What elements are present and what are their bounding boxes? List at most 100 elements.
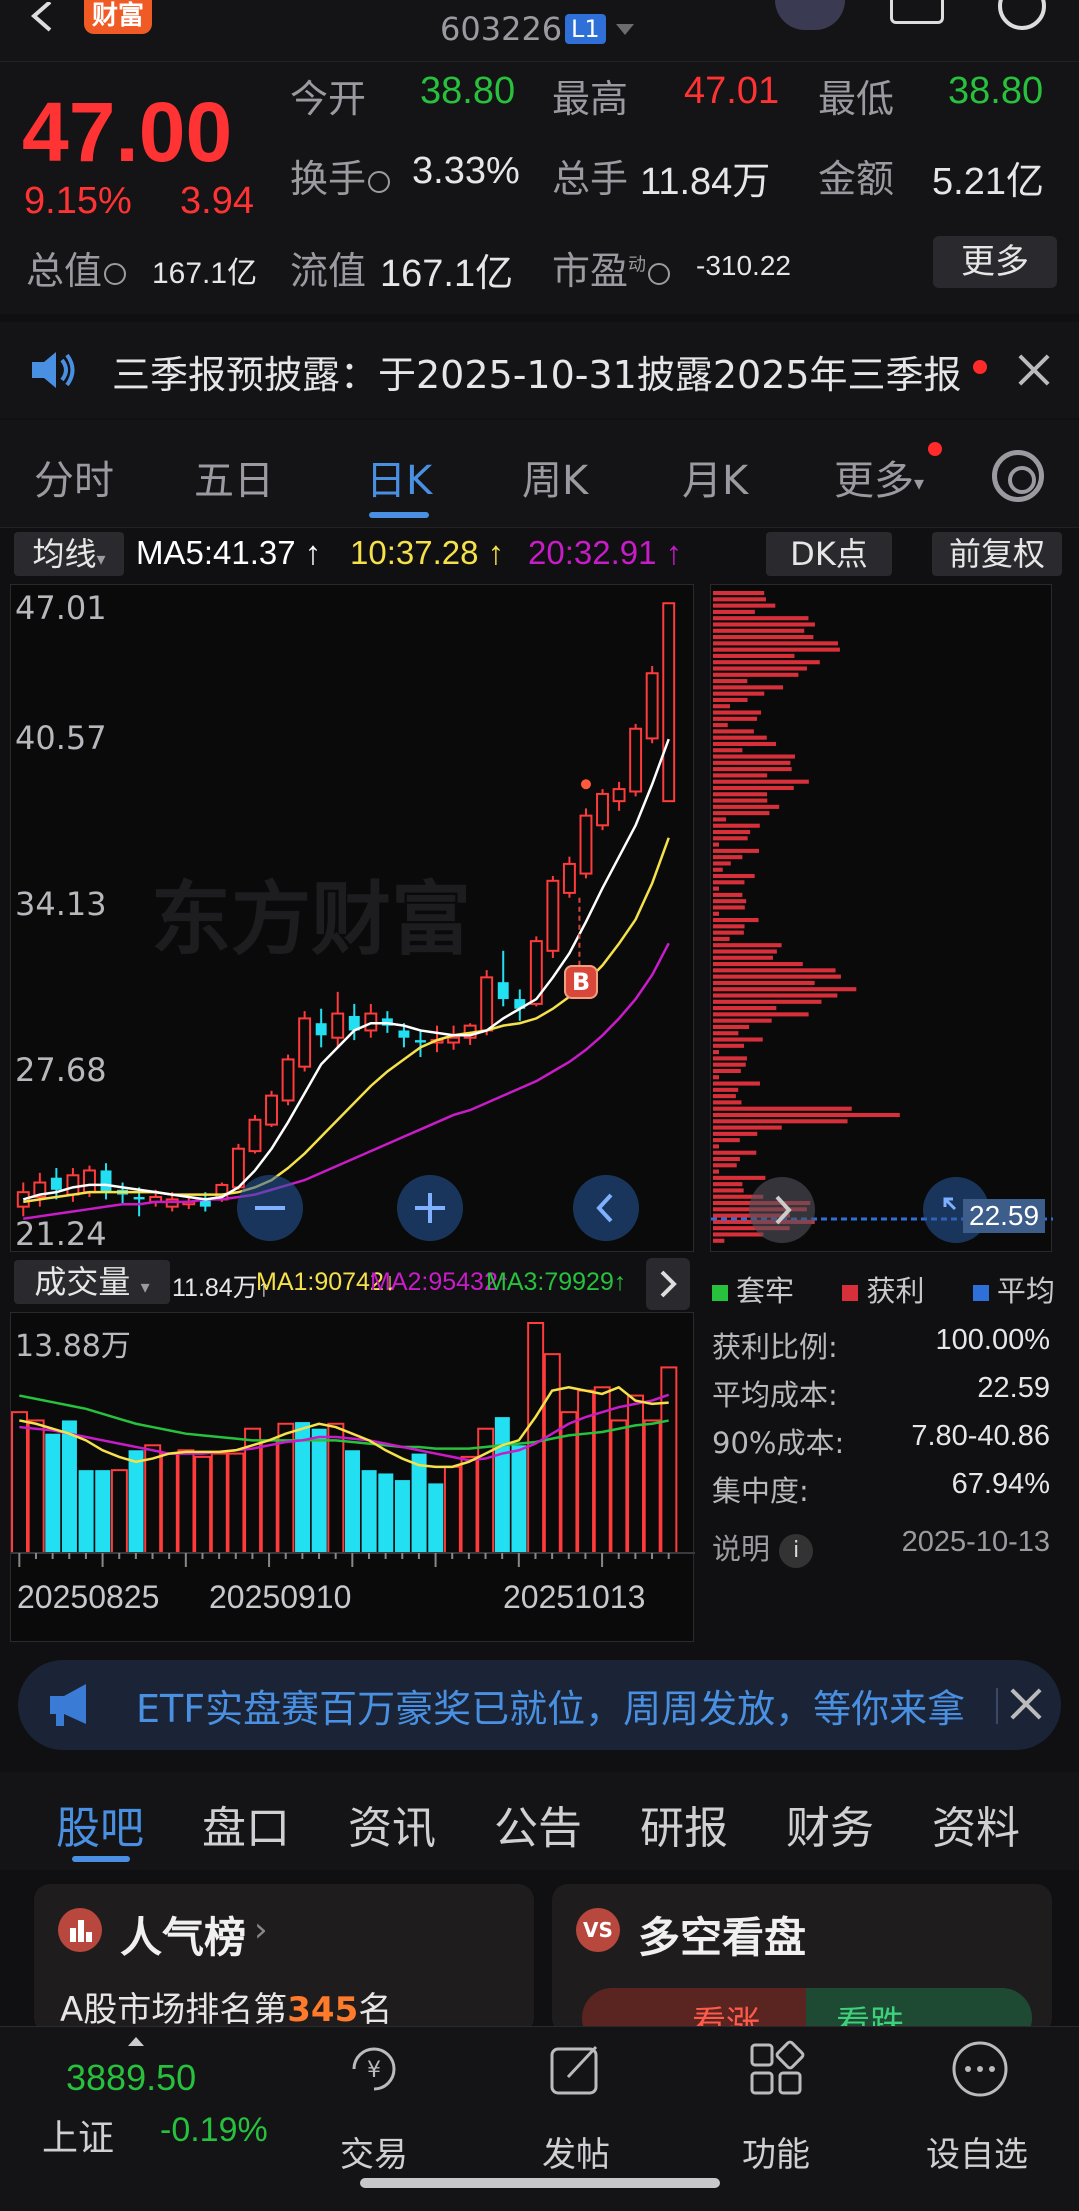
chip-bar [713,628,805,633]
chevron-down-icon[interactable] [616,24,634,35]
close-icon[interactable] [1016,352,1052,388]
zoom-in-button[interactable] [397,1175,463,1241]
tab-announcements[interactable]: 公告 [494,1792,582,1856]
pe-label[interactable]: 市盈动 [552,240,671,295]
notice-bar[interactable]: 三季报预披露：于2025-10-31披露2025年三季报 [0,322,1079,418]
market-cap-value: 167.1亿 [152,257,258,290]
volume-ma1-text: MA1:90742 [256,1268,384,1296]
volume-selector[interactable]: 成交量 ▾ [14,1260,170,1304]
market-cap-label[interactable]: 总值 [26,240,127,295]
tab-financials[interactable]: 财务 [786,1792,874,1856]
volume-chart[interactable]: 13.88万 20250825 20250910 20251013 [10,1312,695,1642]
volume-ma3: MA3:79929↑ [486,1268,627,1296]
tab-daily-k[interactable]: 日K [366,448,432,506]
info-icon[interactable] [648,262,671,285]
candlestick-chart[interactable]: 东方财富 47.01 40.57 34.13 27.68 21.24 B [10,584,694,1253]
nav-post-label: 发帖 [542,2135,610,2175]
tab-forum[interactable]: 股吧 [56,1792,144,1856]
chip-bar [713,943,782,948]
tab-intraday[interactable]: 分时 [34,448,114,506]
divider [996,1688,998,1724]
volume-label: 总手 [552,157,629,201]
chip-bar [713,999,822,1004]
chip-bar [713,798,768,803]
chip-prev-button[interactable] [749,1177,815,1243]
chip-bar [713,886,719,891]
chip-bar [713,748,743,753]
minus-icon [255,1206,285,1210]
share-icon[interactable] [890,0,944,24]
tab-news[interactable]: 资讯 [348,1792,436,1856]
chip-legend: 套牢 获利 平均 [712,1268,1055,1310]
info-icon[interactable]: i [779,1534,814,1568]
volume-bar-down [128,1450,144,1553]
avatar-icon[interactable] [775,0,845,30]
chip-bar [713,1062,746,1067]
dk-point-selector[interactable]: DK点 [766,532,892,576]
tab-five-day[interactable]: 五日 [194,448,274,506]
buy-signal-badge[interactable]: B [564,965,598,999]
scroll-left-button[interactable] [573,1175,639,1241]
chip-bar [713,873,755,879]
gear-icon[interactable] [992,450,1044,502]
index-name[interactable]: 上证 [42,2109,114,2161]
info-icon[interactable] [368,170,391,193]
date-label: 20251013 [503,1579,646,1615]
info-icon[interactable] [104,262,127,285]
search-icon[interactable] [998,0,1046,30]
chip-bar [713,729,754,734]
more-button[interactable]: 更多 [933,236,1057,288]
popularity-title: 人气榜 [120,1913,247,1962]
chip-bar [713,660,820,665]
chevron-right-icon: › [254,1910,268,1950]
nav-trade-label: 交易 [340,2135,408,2175]
volume-bar-up [460,1455,478,1554]
candle-body-down [315,1023,327,1036]
tab-research[interactable]: 研报 [640,1792,728,1856]
indicator-next-button[interactable] [646,1258,690,1310]
tab-weekly-k[interactable]: 周K [522,448,588,506]
close-icon[interactable] [1008,1686,1044,1722]
chip-bar [713,829,751,835]
candle-body-down [415,1040,426,1043]
ma-selector[interactable]: 均线▾ [14,532,124,576]
chip-bar [713,1182,743,1187]
chip-bar [713,622,815,627]
bull-bear-card[interactable]: VS 多空看盘 看涨 看跌 [552,1884,1052,2034]
concentration-value: 67.94% [951,1468,1050,1500]
chip-bar [713,1238,725,1243]
stock-code[interactable]: 603226 [440,10,562,48]
pe-value: -310.22 [696,250,791,281]
chip-bar [713,609,755,614]
popularity-card[interactable]: 人气榜 › A股市场排名第345名 [34,1884,534,2034]
turnover-label[interactable]: 换手 [290,148,391,203]
tab-orderbook[interactable]: 盘口 [202,1792,290,1856]
volume-bar-up [177,1449,195,1555]
ma-selector-label: 均线 [32,535,97,573]
legend-swatch-profit [842,1285,859,1301]
chip-bar [713,1012,809,1017]
ad-banner[interactable]: ETF实盘赛百万豪奖已就位，周周发放，等你来拿 [18,1660,1061,1750]
chip-bar [713,899,747,904]
tab-more[interactable]: 更多▾ [834,448,924,506]
chip-bar [713,1043,745,1048]
chip-bar [713,597,766,602]
back-icon[interactable] [22,2,62,42]
chip-bar [713,880,745,885]
chip-distribution[interactable]: 22.59 [710,584,1053,1252]
ma5-text: MA5:41.37 [136,534,296,571]
zoom-out-button[interactable] [237,1175,303,1241]
adjust-selector[interactable]: 前复权 [932,532,1062,576]
chip-bar [713,704,730,709]
candle-body-down [133,1197,145,1200]
index-value[interactable]: 3889.50 [66,2057,196,2099]
tab-monthly-k[interactable]: 月K [682,448,748,506]
tab-profile[interactable]: 资料 [932,1792,1020,1856]
candle-body-up [579,814,593,875]
volume-bar-up [560,1411,578,1554]
explain-link[interactable]: 说明 i [712,1526,814,1568]
pe-label-text: 市盈 [552,249,629,293]
volume-bar-up [527,1322,545,1554]
chip-distribution-svg [711,591,1053,1243]
chip-bar [713,741,777,747]
